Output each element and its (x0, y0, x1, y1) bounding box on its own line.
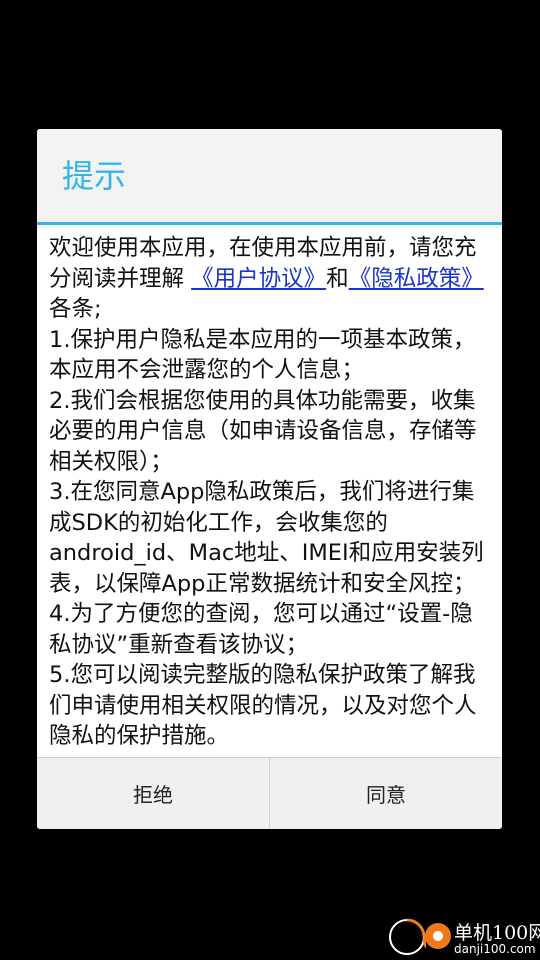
dialog-message: 欢迎使用本应用，在使用本应用前，请您充分阅读并理解 《用户协议》和《隐私政策》各… (37, 228, 502, 758)
dialog-title-bar: 提示 (37, 129, 502, 225)
reject-button[interactable]: 拒绝 (37, 758, 269, 829)
watermark-name: 单机100网 (454, 922, 540, 944)
conjunction-text: 和 (326, 265, 349, 292)
message-item-5: 5.您可以阅读完整版的隐私保护政策了解我们申请使用相关权限的情况，以及对您个人隐… (49, 662, 477, 749)
agree-button[interactable]: 同意 (270, 758, 502, 829)
orange-circle-icon (425, 923, 451, 949)
user-agreement-link[interactable]: 《用户协议》 (191, 266, 326, 292)
message-item-3: 3.在您同意App隐私政策后，我们将进行集成SDK的初始化工作，会收集您的and… (49, 479, 484, 597)
danji-logo-icon (389, 918, 426, 955)
intro-after-text: 各条; (49, 296, 102, 322)
dialog-title: 提示 (62, 157, 127, 195)
message-intro: 欢迎使用本应用，在使用本应用前，请您充分阅读并理解 《用户协议》和《隐私政策》各… (49, 233, 490, 325)
watermark-domain: danji100.com (454, 942, 536, 956)
message-item-1: 1.保护用户隐私是本应用的一项基本政策，本应用不会泄露您的个人信息； (49, 326, 476, 384)
dialog-button-bar: 拒绝 同意 (37, 757, 502, 829)
message-item-2: 2.我们会根据您使用的具体功能需要，收集必要的用户信息（如申请设备信息，存储等相… (49, 387, 477, 475)
privacy-dialog: 提示 欢迎使用本应用，在使用本应用前，请您充分阅读并理解 《用户协议》和《隐私政… (37, 129, 502, 829)
privacy-policy-link[interactable]: 《隐私政策》 (349, 266, 484, 292)
message-item-4: 4.为了方便您的查阅，您可以通过“设置-隐私协议”重新查看该协议； (49, 601, 473, 658)
watermark: 单机100网 danji100.com (388, 914, 540, 960)
